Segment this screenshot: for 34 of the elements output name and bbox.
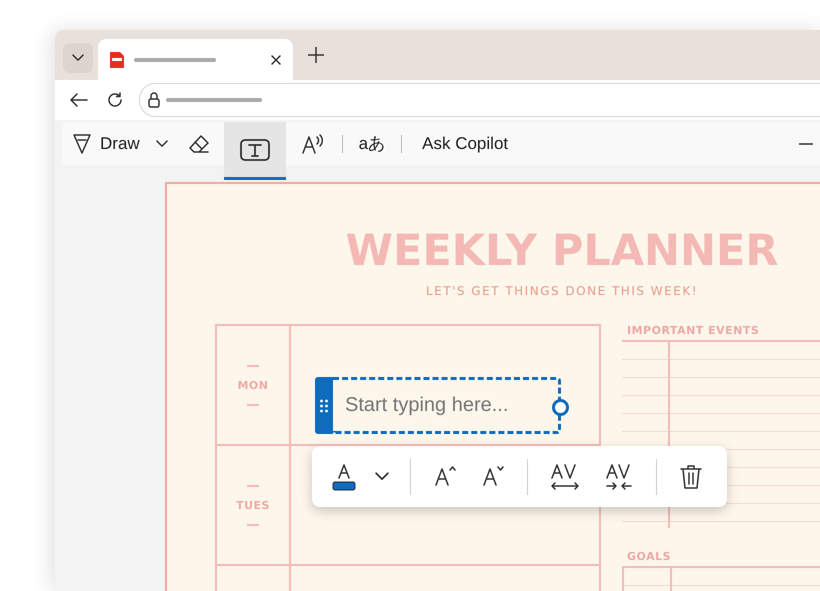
back-arrow-icon	[70, 93, 88, 107]
text-tool-tab[interactable]	[224, 122, 286, 180]
shrink-font-icon	[481, 464, 505, 488]
pdf-file-icon	[110, 52, 124, 68]
trash-icon	[680, 464, 702, 490]
draw-button[interactable]: Draw	[62, 122, 150, 165]
browser-tab[interactable]	[98, 39, 293, 80]
lock-icon	[148, 92, 160, 108]
text-box-icon	[240, 138, 270, 160]
tab-list-button[interactable]	[63, 43, 93, 73]
resize-handle[interactable]	[552, 399, 569, 416]
close-icon[interactable]	[271, 54, 281, 64]
minus-icon	[799, 142, 813, 144]
plus-icon	[308, 47, 324, 63]
caret-icon	[156, 140, 168, 148]
drag-handle[interactable]	[315, 377, 333, 434]
planner-title: WEEKLY PLANNER	[346, 226, 778, 276]
read-aloud-icon	[300, 132, 324, 154]
caret-icon	[375, 472, 389, 481]
day-label: MON	[237, 378, 268, 392]
planner-subtitle: LET'S GET THINGS DONE THIS WEEK!	[426, 284, 698, 298]
grip-icon	[320, 398, 328, 412]
reload-icon	[107, 92, 123, 108]
grow-font-icon	[433, 464, 457, 488]
day-label: TUES	[236, 498, 270, 512]
eraser-icon	[188, 134, 210, 154]
pen-icon	[72, 132, 92, 154]
ask-copilot-button[interactable]: Ask Copilot	[406, 122, 524, 165]
font-color-icon	[332, 462, 356, 492]
caret-icon	[72, 54, 84, 62]
translate-button[interactable]: aあ	[346, 122, 398, 165]
condense-spacing-icon	[605, 462, 633, 490]
expand-spacing-icon	[550, 462, 580, 490]
text-input-field[interactable]: Start typing here...	[333, 377, 561, 434]
